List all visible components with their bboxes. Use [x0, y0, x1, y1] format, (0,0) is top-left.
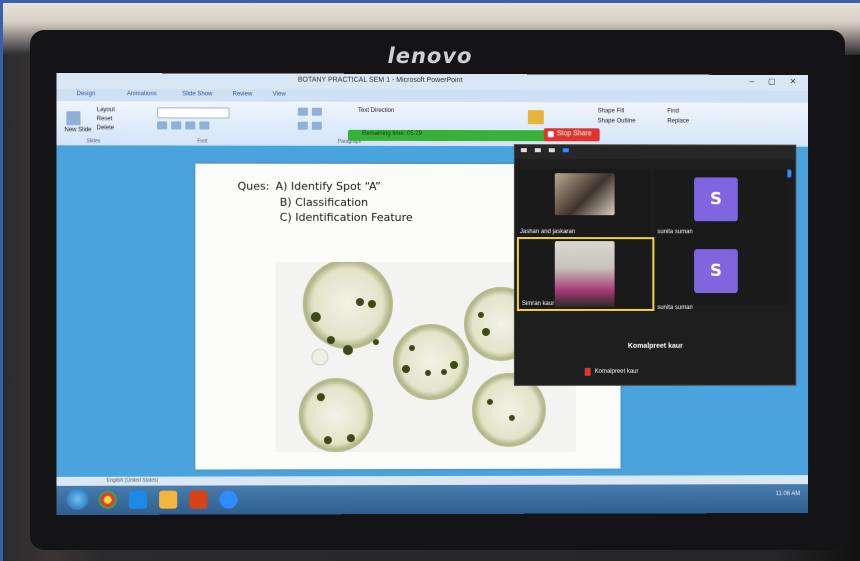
participant-video [555, 173, 615, 215]
align-left-icon[interactable] [298, 122, 308, 130]
shape-fill-button[interactable]: Shape Fill [598, 108, 625, 114]
replace-button[interactable]: Replace [667, 119, 689, 125]
participant-tile[interactable]: S sunita suman [654, 237, 787, 305]
zoom-gallery-toolbar [515, 145, 795, 159]
participant-name: sunita suman [657, 305, 692, 311]
stop-share-label: Stop Share [557, 130, 592, 137]
text-direction-button[interactable]: Text Direction [358, 108, 394, 114]
arrange-icon[interactable] [528, 110, 544, 124]
tab-animations[interactable]: Animations [127, 91, 157, 97]
monitor-screen: BOTANY PRACTICAL SEM 1 - Microsoft Power… [56, 73, 808, 515]
new-slide-button[interactable]: New Slide [64, 127, 91, 133]
bullets-icon[interactable] [298, 108, 308, 116]
numbering-icon[interactable] [312, 108, 322, 116]
zoom-icon[interactable] [219, 490, 237, 508]
powerpoint-title-bar: BOTANY PRACTICAL SEM 1 - Microsoft Power… [56, 73, 808, 91]
group-font: Font [197, 139, 207, 145]
folder-icon[interactable] [159, 491, 177, 509]
window-title: BOTANY PRACTICAL SEM 1 - Microsoft Power… [298, 77, 463, 84]
participant-avatar: S [694, 177, 738, 221]
photo-border-left [0, 0, 3, 561]
zoom-gallery-window[interactable]: Jashan and jaskaran S sunita suman Simra… [514, 144, 796, 386]
powerpoint-icon[interactable] [189, 491, 207, 509]
stop-share-button[interactable]: Stop Share [544, 128, 600, 141]
monitor-brand-logo: lenovo [0, 44, 860, 68]
participant-tile[interactable]: Jashan and jaskaran [517, 169, 650, 237]
start-button-icon[interactable] [66, 488, 88, 510]
sharing-bar-text: Remaining time: 05:29 [362, 131, 422, 137]
question-line-1: Ques: A) Identify Spot “A” [238, 180, 381, 193]
delete-button[interactable]: Delete [97, 125, 114, 131]
chrome-icon[interactable] [99, 491, 117, 509]
italic-icon[interactable] [171, 121, 181, 129]
question-b: B) Classification [280, 196, 368, 209]
participant-avatar: S [694, 249, 738, 293]
stop-icon [548, 131, 554, 137]
question-c: C) Identification Feature [280, 211, 413, 224]
powerpoint-status-bar: English (United States) [56, 475, 808, 486]
tab-review[interactable]: Review [233, 91, 253, 97]
font-name-field[interactable] [157, 107, 229, 118]
shape-outline-button[interactable]: Shape Outline [598, 118, 636, 124]
group-slides: Slides [87, 138, 101, 144]
question-a: A) Identify Spot “A” [276, 180, 381, 193]
participant-video [555, 241, 615, 307]
ie-icon[interactable] [129, 491, 147, 509]
speaker-view-icon[interactable] [549, 148, 555, 152]
strikethrough-icon[interactable] [199, 121, 209, 129]
reset-button[interactable]: Reset [97, 116, 113, 122]
underline-icon[interactable] [185, 121, 195, 129]
bold-icon[interactable] [157, 121, 167, 129]
mic-muted-icon [585, 368, 591, 376]
window-controls[interactable]: – ▢ ✕ [750, 77, 803, 86]
participant-name: Simran kaur [522, 301, 554, 307]
hide-video-icon[interactable] [535, 148, 541, 152]
tab-slide-show[interactable]: Slide Show [182, 91, 212, 97]
tab-design[interactable]: Design [76, 91, 95, 97]
zoom-sharing-bar[interactable]: Remaining time: 05:29 [348, 130, 548, 141]
featured-participant-name: Komalpreet kaur [515, 343, 795, 350]
photo-border-top [0, 0, 860, 3]
system-clock: 11:06 AM [776, 491, 801, 497]
bottom-participant-name: Komalpreet kaur [595, 369, 639, 375]
new-slide-icon[interactable] [66, 111, 80, 125]
tab-view[interactable]: View [273, 92, 286, 98]
participant-tile[interactable]: S sunita suman [654, 169, 787, 237]
participant-name: sunita suman [657, 229, 692, 235]
language-status: English (United States) [107, 478, 159, 484]
layout-button[interactable]: Layout [97, 107, 115, 113]
align-center-icon[interactable] [312, 122, 322, 130]
find-button[interactable]: Find [667, 109, 679, 115]
photo-background: lenovo BOTANY PRACTICAL SEM 1 - Microsof… [0, 0, 860, 561]
gallery-view-icon[interactable] [563, 148, 569, 152]
minimize-icon[interactable] [521, 148, 527, 152]
participant-tile-active-speaker[interactable]: Simran kaur [517, 237, 654, 311]
question-label: Ques: [238, 180, 270, 193]
participant-name: Jashan and jaskaran [520, 229, 575, 235]
